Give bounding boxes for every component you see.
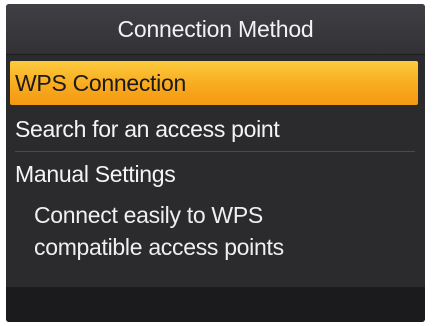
menu-item-search-access-point[interactable]: Search for an access point [6, 107, 425, 151]
menu-item-wps-connection[interactable]: WPS Connection [10, 61, 418, 105]
description-text: Connect easily to WPS compatible access … [34, 199, 414, 263]
device-screen: Connection Method WPS Connection Search … [6, 4, 425, 322]
bottom-bar [6, 287, 425, 322]
menu-item-manual-settings[interactable]: Manual Settings [6, 152, 425, 196]
description-line-1: Connect easily to WPS [34, 202, 263, 228]
page-title: Connection Method [6, 4, 425, 55]
description-line-2: compatible access points [34, 234, 284, 260]
